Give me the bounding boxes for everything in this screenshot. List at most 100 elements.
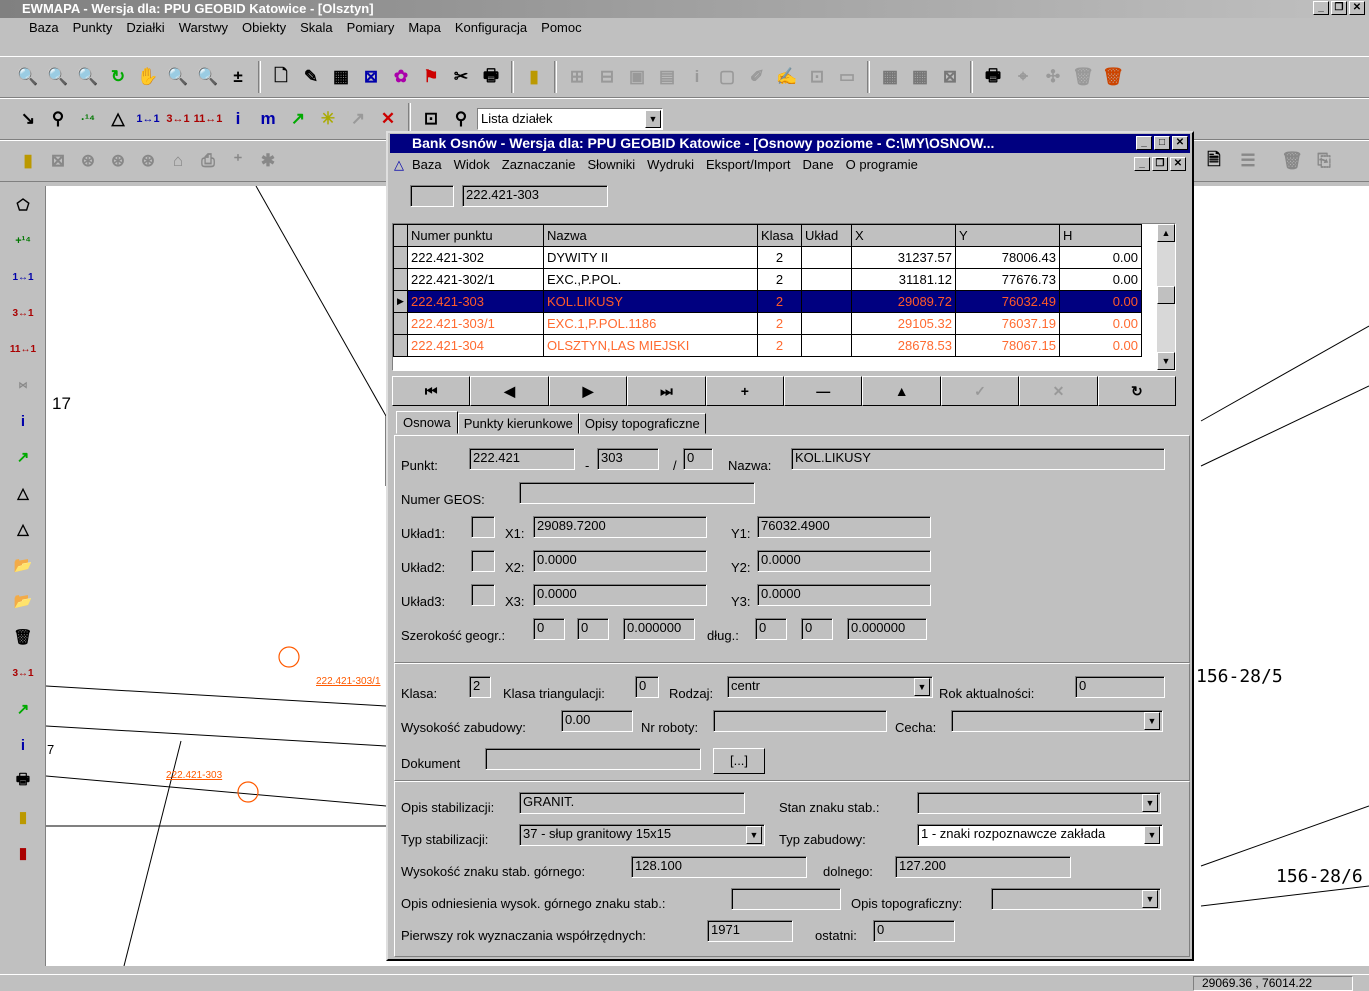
measure-1-icon[interactable]: 1↔1 (134, 105, 162, 133)
menu-dzialki[interactable]: Działki (119, 18, 171, 38)
chevron-down-icon[interactable]: ▼ (914, 678, 930, 696)
dl-sec-input[interactable]: 0.000000 (847, 618, 927, 640)
table-row[interactable]: 222.421-303/1 EXC.1,P.POL.1186 2 29105.3… (393, 312, 1142, 335)
x3-input[interactable]: 0.0000 (533, 584, 707, 606)
map-icon[interactable]: ⊠ (357, 63, 385, 91)
szer-sec-input[interactable]: 0.000000 (623, 618, 695, 640)
dmenu-widok[interactable]: Widok (448, 155, 496, 175)
nazwa-input[interactable]: KOL.LIKUSY (791, 448, 1165, 470)
cancel-record-button[interactable]: ✕ (1019, 376, 1098, 406)
plus-minus-icon[interactable]: ± (224, 63, 252, 91)
chevron-down-icon[interactable]: ▼ (746, 826, 762, 844)
browse-button[interactable]: [...] (713, 748, 765, 774)
szer-min-input[interactable]: 0 (577, 618, 609, 640)
zoom-in-icon[interactable]: 🔍 (14, 63, 42, 91)
info-icon[interactable]: i (683, 63, 711, 91)
menu-skala[interactable]: Skala (293, 18, 340, 38)
refresh-record-button[interactable]: ↻ (1097, 376, 1177, 406)
dmenu-slowniki[interactable]: Słowniki (581, 155, 641, 175)
measure-1-icon[interactable]: 1↔1 (6, 260, 40, 294)
info-icon[interactable]: i (224, 105, 252, 133)
table-row-selected[interactable]: ▶ 222.421-303 KOL.LIKUSY 2 29089.72 7603… (393, 290, 1142, 313)
menu-pomiary[interactable]: Pomiary (340, 18, 402, 38)
table-scrollbar[interactable]: ▲ ▼ (1157, 224, 1175, 370)
col-klasa[interactable]: Klasa (757, 224, 802, 247)
last-record-button[interactable]: ⏭ (627, 376, 706, 406)
opis-stab-input[interactable]: GRANIT. (519, 792, 745, 814)
ostatni-input[interactable]: 0 (873, 920, 955, 942)
polygon-icon[interactable]: ⬠ (6, 188, 40, 222)
folder-open-icon[interactable]: 📂 (6, 548, 40, 582)
menu-warstwy[interactable]: Warstwy (172, 18, 235, 38)
disabled-tool-icon[interactable]: ⎙ (194, 147, 222, 175)
y2-input[interactable]: 0.0000 (757, 550, 931, 572)
chevron-down-icon[interactable]: ▼ (645, 110, 661, 128)
folder-open-icon[interactable]: 📂 (6, 584, 40, 618)
triangle-icon[interactable]: △ (6, 476, 40, 510)
trash-icon[interactable]: 🗑 (6, 620, 40, 654)
arrow-tool-icon[interactable]: ↗ (284, 105, 312, 133)
col-uklad[interactable]: Układ (801, 224, 852, 247)
dok-input[interactable] (485, 748, 701, 770)
measure-2-icon[interactable]: 3↔1 (6, 656, 40, 690)
search-input[interactable]: 222.421-303 (462, 185, 608, 207)
measure-3-icon[interactable]: 11↔1 (6, 332, 40, 366)
edit-icon[interactable]: ✎ (297, 63, 325, 91)
scroll-thumb[interactable] (1157, 286, 1175, 304)
arrow-tool-icon[interactable]: ↗ (6, 692, 40, 726)
opis-topo-select[interactable]: ▼ (991, 888, 1161, 910)
punkt-c-input[interactable]: 0 (683, 448, 713, 470)
palette-icon[interactable]: ✿ (387, 63, 415, 91)
tab-punkty-kierunkowe[interactable]: Punkty kierunkowe (457, 413, 579, 434)
table-row[interactable]: 222.421-302 DYWITY II 2 31237.57 78006.4… (393, 246, 1142, 269)
disabled-tool-icon[interactable]: ▭ (833, 63, 861, 91)
menu-obiekty[interactable]: Obiekty (235, 18, 293, 38)
grid-icon[interactable]: ▦ (876, 63, 904, 91)
dl-min-input[interactable]: 0 (801, 618, 833, 640)
uklad1-input[interactable] (471, 516, 495, 538)
post-record-button[interactable]: ✓ (940, 376, 1020, 406)
prev-record-button[interactable]: ◀ (470, 376, 549, 406)
info-icon[interactable]: i (6, 404, 40, 438)
exit-door-icon[interactable]: ▮ (14, 147, 42, 175)
disabled-tool-icon[interactable]: ☰ (1234, 147, 1262, 175)
table-x-icon[interactable]: ⊠ (936, 63, 964, 91)
measure-2-icon[interactable]: 3↔1 (164, 105, 192, 133)
disabled-tool-icon[interactable]: ▢ (713, 63, 741, 91)
szer-deg-input[interactable]: 0 (533, 618, 565, 640)
disabled-tool-icon[interactable]: ⊠ (44, 147, 72, 175)
disabled-tool-icon[interactable]: ⊛ (134, 147, 162, 175)
dl-deg-input[interactable]: 0 (755, 618, 787, 640)
zoom-prev-icon[interactable]: 🔍 (194, 63, 222, 91)
exit-door-icon[interactable]: ▮ (520, 63, 548, 91)
info-icon[interactable]: i (6, 728, 40, 762)
y3-input[interactable]: 0.0000 (757, 584, 931, 606)
col-nazwa[interactable]: Nazwa (543, 224, 758, 247)
typ-zab-select[interactable]: 1 - znaki rozpoznawcze zakłada ▼ (917, 824, 1163, 846)
col-x[interactable]: X (851, 224, 956, 247)
punkt-b-input[interactable]: 303 (597, 448, 659, 470)
disabled-tool-icon[interactable]: ✐ (743, 63, 771, 91)
trash-icon[interactable]: 🗑 (1278, 147, 1306, 175)
line-tool-icon[interactable]: ↘ (14, 105, 42, 133)
disabled-tool-icon[interactable]: ▣ (623, 63, 651, 91)
restore-button[interactable]: ❐ (1331, 1, 1347, 15)
select-tool-icon[interactable]: ⊡ (417, 105, 445, 133)
disabled-tool-icon[interactable]: ⊛ (74, 147, 102, 175)
disabled-tool-icon[interactable]: ⁺ (224, 147, 252, 175)
dmenu-eksport[interactable]: Eksport/Import (700, 155, 797, 175)
zoom-icon[interactable]: 🔍 (44, 63, 72, 91)
disabled-tool-icon[interactable]: ⊟ (593, 63, 621, 91)
preview-icon[interactable]: 🗋 (267, 63, 295, 91)
disabled-tool-icon[interactable]: ✱ (254, 147, 282, 175)
pierwszy-input[interactable]: 1971 (707, 920, 793, 942)
disabled-tool-icon[interactable]: ↗ (344, 105, 372, 133)
point-14-icon[interactable]: ·¹⁴ (74, 105, 102, 133)
door-red-icon[interactable]: ▮ (6, 836, 40, 870)
dmenu-dane[interactable]: Dane (797, 155, 840, 175)
nr-rob-input[interactable] (713, 710, 887, 732)
dolnego-input[interactable]: 127.200 (895, 856, 1071, 878)
punkt-a-input[interactable]: 222.421 (469, 448, 575, 470)
table-row[interactable]: 222.421-302/1 EXC.,P.POL. 2 31181.12 776… (393, 268, 1142, 291)
dmenu-oprogramie[interactable]: O programie (840, 155, 924, 175)
